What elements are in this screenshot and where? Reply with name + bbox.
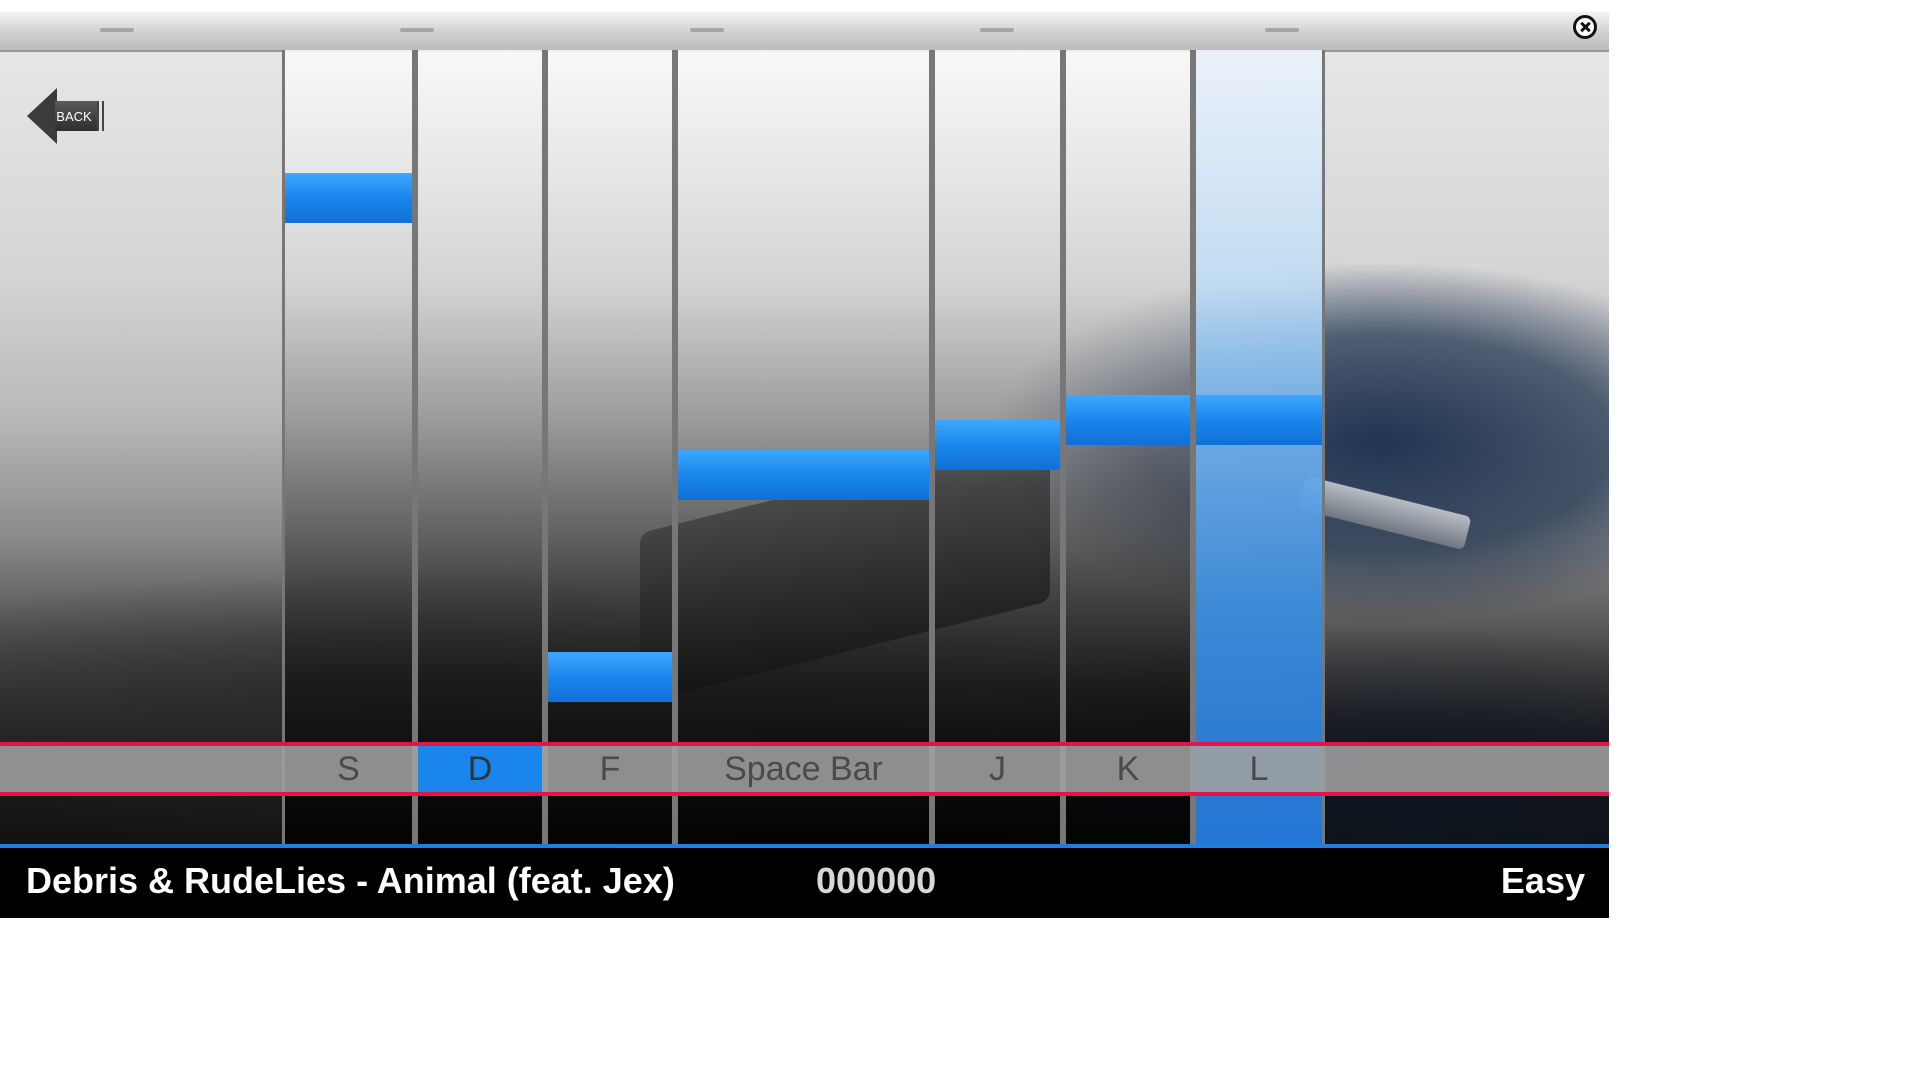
- bar-rivet: [1265, 28, 1299, 32]
- title-bar: [0, 12, 1609, 52]
- lane-s: [282, 50, 415, 844]
- lane-space-bar: [675, 50, 932, 844]
- score-counter: 000000: [816, 860, 937, 901]
- key-label-s[interactable]: S: [285, 746, 412, 792]
- falling-note: [678, 450, 929, 500]
- lane-l: [1193, 50, 1325, 844]
- song-info-bar: Debris & RudeLies - Animal (feat. Jex) 0…: [0, 844, 1609, 918]
- bar-rivet: [400, 28, 434, 32]
- back-button-label: BACK: [56, 109, 92, 124]
- key-label-k[interactable]: K: [1066, 746, 1190, 792]
- key-label-l[interactable]: L: [1196, 746, 1322, 792]
- key-label-f[interactable]: F: [548, 746, 672, 792]
- bar-rivet: [690, 28, 724, 32]
- key-label-space-bar[interactable]: Space Bar: [678, 746, 929, 792]
- close-icon[interactable]: [1573, 15, 1597, 39]
- hit-line: S D F Space Bar J K L: [0, 742, 1609, 796]
- falling-note: [285, 173, 412, 223]
- bar-rivet: [980, 28, 1014, 32]
- song-title: Debris & RudeLies - Animal (feat. Jex): [26, 860, 675, 901]
- difficulty-label: Easy: [1500, 860, 1585, 901]
- falling-note: [1196, 395, 1322, 445]
- key-label-j[interactable]: J: [935, 746, 1060, 792]
- lane-d: [415, 50, 545, 844]
- lane-j: [932, 50, 1063, 844]
- bar-rivet: [100, 28, 134, 32]
- falling-note: [1066, 395, 1190, 445]
- lane-f: [545, 50, 675, 844]
- game-screen: BACK S D F Space Bar J K L Debris & Rude…: [0, 12, 1609, 918]
- falling-note: [935, 420, 1060, 470]
- key-label-d[interactable]: D: [418, 746, 542, 792]
- back-button[interactable]: BACK: [27, 88, 104, 144]
- falling-note: [548, 652, 672, 702]
- lane-k: [1063, 50, 1193, 844]
